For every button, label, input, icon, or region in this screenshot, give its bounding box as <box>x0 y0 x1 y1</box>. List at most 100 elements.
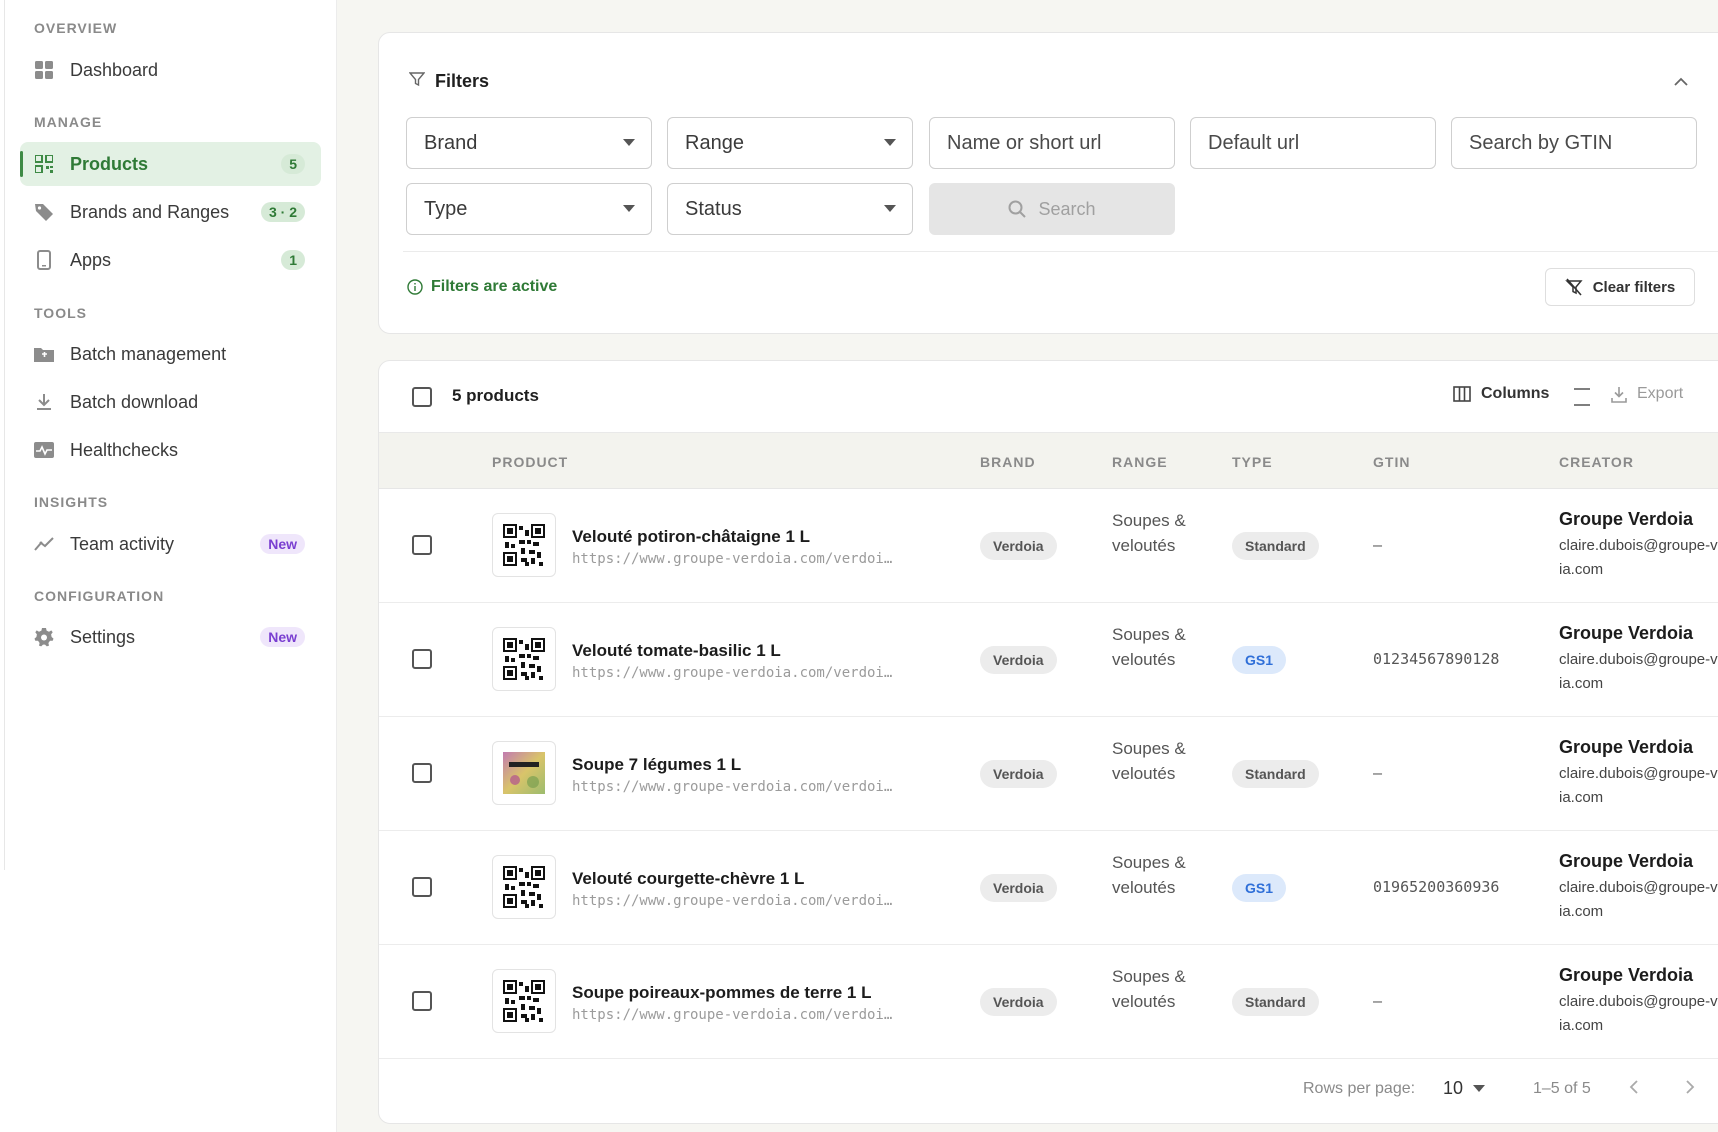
section-label-manage: MANAGE <box>34 114 103 130</box>
creator-name: Groupe Verdoia <box>1559 737 1694 757</box>
product-url: https://www.groupe-verdoia.com/verdoi… <box>572 1007 893 1023</box>
qr-code-thumbnail <box>492 627 556 691</box>
columns-label: Columns <box>1481 385 1550 402</box>
row-checkbox[interactable] <box>412 535 432 555</box>
column-header-creator[interactable]: CREATOR <box>1559 454 1634 470</box>
sidebar-item-dashboard[interactable]: Dashboard <box>20 48 321 92</box>
count-badge: 1 <box>281 250 305 270</box>
rows-per-page-select[interactable]: 10 <box>1443 1078 1486 1099</box>
type-select[interactable]: Type <box>406 183 652 235</box>
clear-filters-label: Clear filters <box>1592 278 1676 296</box>
chevron-right-icon[interactable] <box>1685 1079 1695 1100</box>
sidebar-item-team-activity[interactable]: Team activity New <box>20 522 321 566</box>
status-select-value: Status <box>685 197 742 220</box>
table-row[interactable]: Velouté courgette-chèvre 1 L https://www.… <box>379 831 1718 945</box>
clear-filter-icon <box>1564 278 1583 296</box>
table-row[interactable]: Velouté tomate-basilic 1 L https://www.gr… <box>379 603 1718 717</box>
range-select-value: Range <box>685 131 744 154</box>
column-header-gtin[interactable]: GTIN <box>1373 454 1410 470</box>
new-badge: New <box>260 534 305 554</box>
creator-email: claire.dubois@groupe-verdoia.com <box>1559 765 1718 806</box>
column-header-product[interactable]: PRODUCT <box>492 454 568 470</box>
grid-icon <box>34 60 54 80</box>
chevron-up-icon[interactable] <box>1669 69 1693 93</box>
caret-down-icon <box>884 139 896 146</box>
filter-icon <box>408 71 426 92</box>
info-icon <box>407 279 423 295</box>
product-name[interactable]: Velouté tomate-basilic 1 L <box>572 641 781 661</box>
count-badge: 3 · 2 <box>260 202 305 222</box>
gtin-cell: – <box>1373 536 1383 554</box>
brand-chip: Verdoia <box>980 874 1057 902</box>
search-button-label: Search <box>1038 198 1096 219</box>
range-select[interactable]: Range <box>667 117 913 169</box>
brand-chip: Verdoia <box>980 760 1057 788</box>
sidebar-item-label: Brands and Ranges <box>70 201 230 222</box>
sidebar-item-label: Apps <box>70 249 112 270</box>
filters-panel: Filters Brand Range Type Status Search F… <box>378 32 1718 334</box>
gtin-cell: – <box>1373 764 1383 782</box>
phone-icon <box>34 250 54 270</box>
creator-name: Groupe Verdoia <box>1559 965 1694 985</box>
search-button[interactable]: Search <box>929 183 1175 235</box>
brand-chip: Verdoia <box>980 988 1057 1016</box>
products-table: 5 products Columns Export PRODUCT BRAND … <box>378 360 1718 1124</box>
column-header-range[interactable]: RANGE <box>1112 454 1168 470</box>
row-checkbox[interactable] <box>412 763 432 783</box>
divider <box>403 251 1718 252</box>
select-all-checkbox[interactable] <box>412 387 432 407</box>
sidebar-item-apps[interactable]: Apps 1 <box>20 238 321 282</box>
columns-button[interactable]: Columns <box>1453 385 1549 403</box>
section-label-configuration: CONFIGURATION <box>34 588 165 604</box>
row-checkbox[interactable] <box>412 649 432 669</box>
table-row[interactable]: Soupe poireaux-pommes de terre 1 L https:… <box>379 945 1718 1059</box>
brand-chip: Verdoia <box>980 532 1057 560</box>
section-label-tools: TOOLS <box>34 305 87 321</box>
folder-icon <box>34 344 54 364</box>
rows-per-page-label: Rows per page: <box>1303 1080 1416 1097</box>
product-name[interactable]: Velouté potiron-châtaigne 1 L <box>572 527 810 547</box>
sidebar-item-settings[interactable]: Settings New <box>20 615 321 659</box>
table-row[interactable]: Soupe 7 légumes 1 L https://www.groupe-ve… <box>379 717 1718 831</box>
creator-email: claire.dubois@groupe-verdoia.com <box>1559 537 1718 578</box>
sidebar-item-batch-download[interactable]: Batch download <box>20 380 321 424</box>
name-or-short-url-input[interactable] <box>947 131 1157 155</box>
product-name[interactable]: Soupe poireaux-pommes de terre 1 L <box>572 983 871 1003</box>
download-icon <box>1611 386 1627 403</box>
section-label-insights: INSIGHTS <box>34 494 109 510</box>
gear-icon <box>34 627 54 647</box>
sidebar-item-label: Settings <box>70 626 136 647</box>
search-icon <box>1008 200 1027 218</box>
product-name[interactable]: Velouté courgette-chèvre 1 L <box>572 869 804 889</box>
default-url-input[interactable] <box>1208 131 1418 155</box>
sidebar-item-products[interactable]: Products 5 <box>20 142 321 186</box>
clear-filters-button[interactable]: Clear filters <box>1545 268 1695 306</box>
filters-header[interactable]: Filters <box>408 71 489 92</box>
sidebar-item-label: Team activity <box>70 533 175 554</box>
gtin-search-input[interactable] <box>1469 131 1679 155</box>
column-header-brand[interactable]: BRAND <box>980 454 1036 470</box>
column-header-type[interactable]: TYPE <box>1232 454 1273 470</box>
sidebar-item-healthchecks[interactable]: Healthchecks <box>20 428 321 472</box>
density-icon[interactable] <box>1573 387 1591 412</box>
table-row[interactable]: Velouté potiron-châtaigne 1 L https://www… <box>379 489 1718 603</box>
qr-code-icon <box>34 154 54 174</box>
sidebar-item-batch-management[interactable]: Batch management <box>20 332 321 376</box>
product-url: https://www.groupe-verdoia.com/verdoi… <box>572 665 893 681</box>
sidebar-item-brands-and-ranges[interactable]: Brands and Ranges 3 · 2 <box>20 190 321 234</box>
type-chip: GS1 <box>1232 874 1287 902</box>
row-checkbox[interactable] <box>412 991 432 1011</box>
sidebar-item-label: Dashboard <box>70 59 159 80</box>
export-button[interactable]: Export <box>1611 385 1683 403</box>
type-chip: Standard <box>1232 988 1319 1016</box>
products-count: 5 products <box>452 386 539 405</box>
activity-chart-icon <box>34 534 54 554</box>
product-name[interactable]: Soupe 7 légumes 1 L <box>572 755 741 775</box>
chevron-left-icon[interactable] <box>1629 1079 1639 1100</box>
caret-down-icon <box>884 205 896 212</box>
brand-select[interactable]: Brand <box>406 117 652 169</box>
status-select[interactable]: Status <box>667 183 913 235</box>
row-checkbox[interactable] <box>412 877 432 897</box>
name-input-wrapper <box>929 117 1175 169</box>
sidebar-item-label: Batch download <box>70 391 199 412</box>
